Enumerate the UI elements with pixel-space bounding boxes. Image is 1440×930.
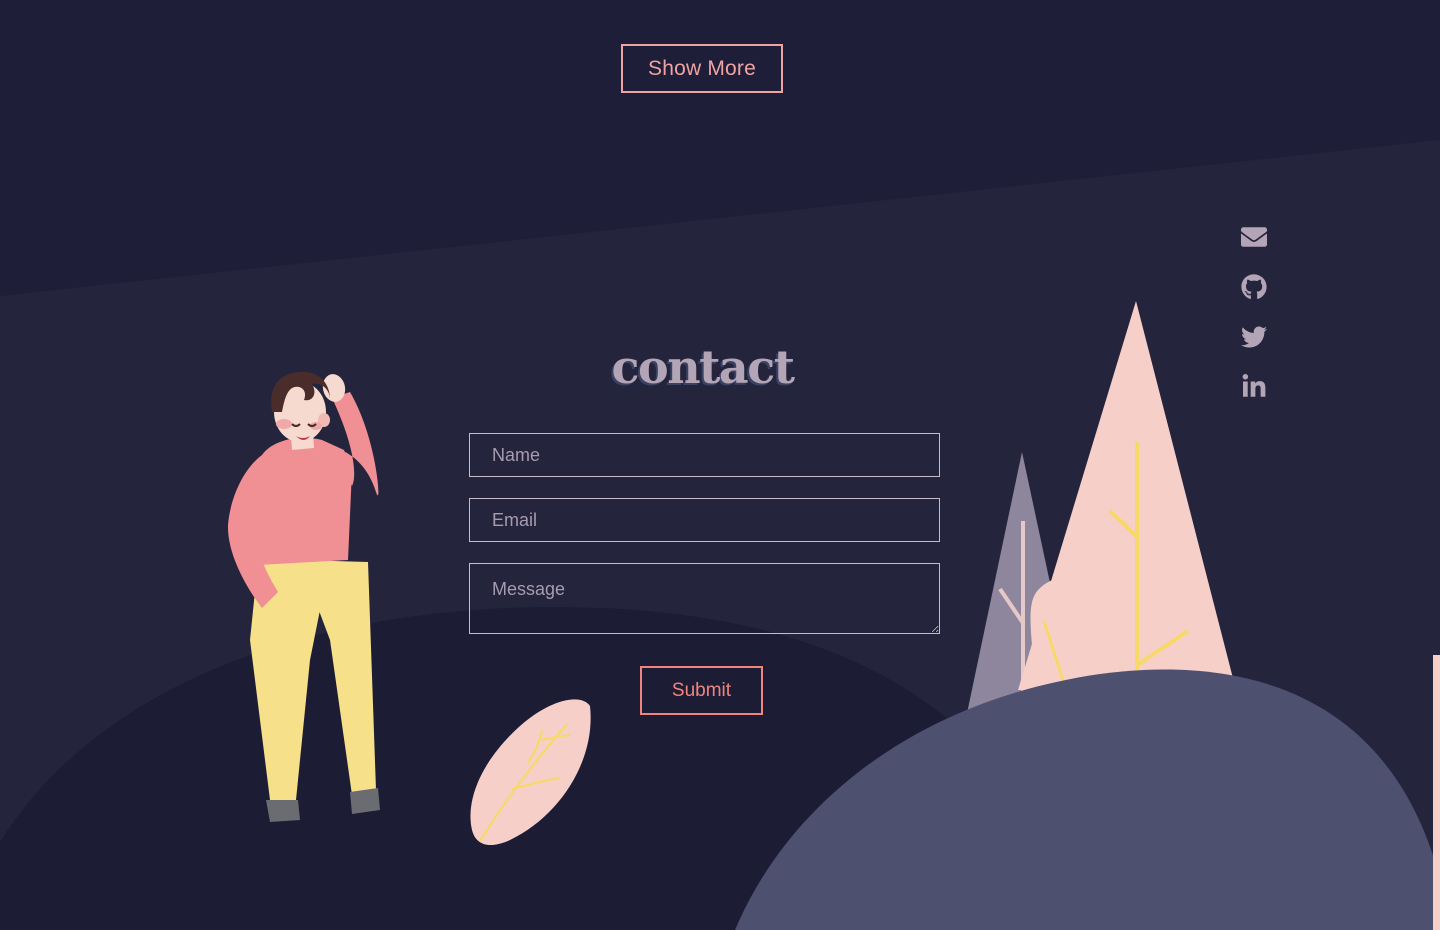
social-link-twitter[interactable] — [1239, 322, 1269, 352]
name-input[interactable] — [469, 433, 940, 477]
person-cheek-left — [276, 419, 292, 429]
contact-page: Show More contact Submit — [0, 0, 1440, 930]
person-shoe-back — [350, 788, 380, 814]
social-link-linkedin[interactable] — [1239, 372, 1269, 402]
message-textarea[interactable] — [469, 563, 940, 634]
social-link-github[interactable] — [1239, 272, 1269, 302]
envelope-icon — [1241, 224, 1267, 250]
submit-button[interactable]: Submit — [640, 666, 763, 715]
show-more-button[interactable]: Show More — [621, 44, 783, 93]
social-link-email[interactable] — [1239, 222, 1269, 252]
linkedin-icon — [1241, 374, 1267, 400]
twitter-icon — [1241, 324, 1267, 350]
person-shoe-front — [266, 800, 300, 822]
email-input[interactable] — [469, 498, 940, 542]
page-title: contact — [611, 340, 795, 394]
github-icon — [1241, 274, 1267, 300]
social-links — [1239, 222, 1269, 402]
right-edge-strip — [1433, 655, 1440, 930]
contact-form — [469, 433, 940, 634]
